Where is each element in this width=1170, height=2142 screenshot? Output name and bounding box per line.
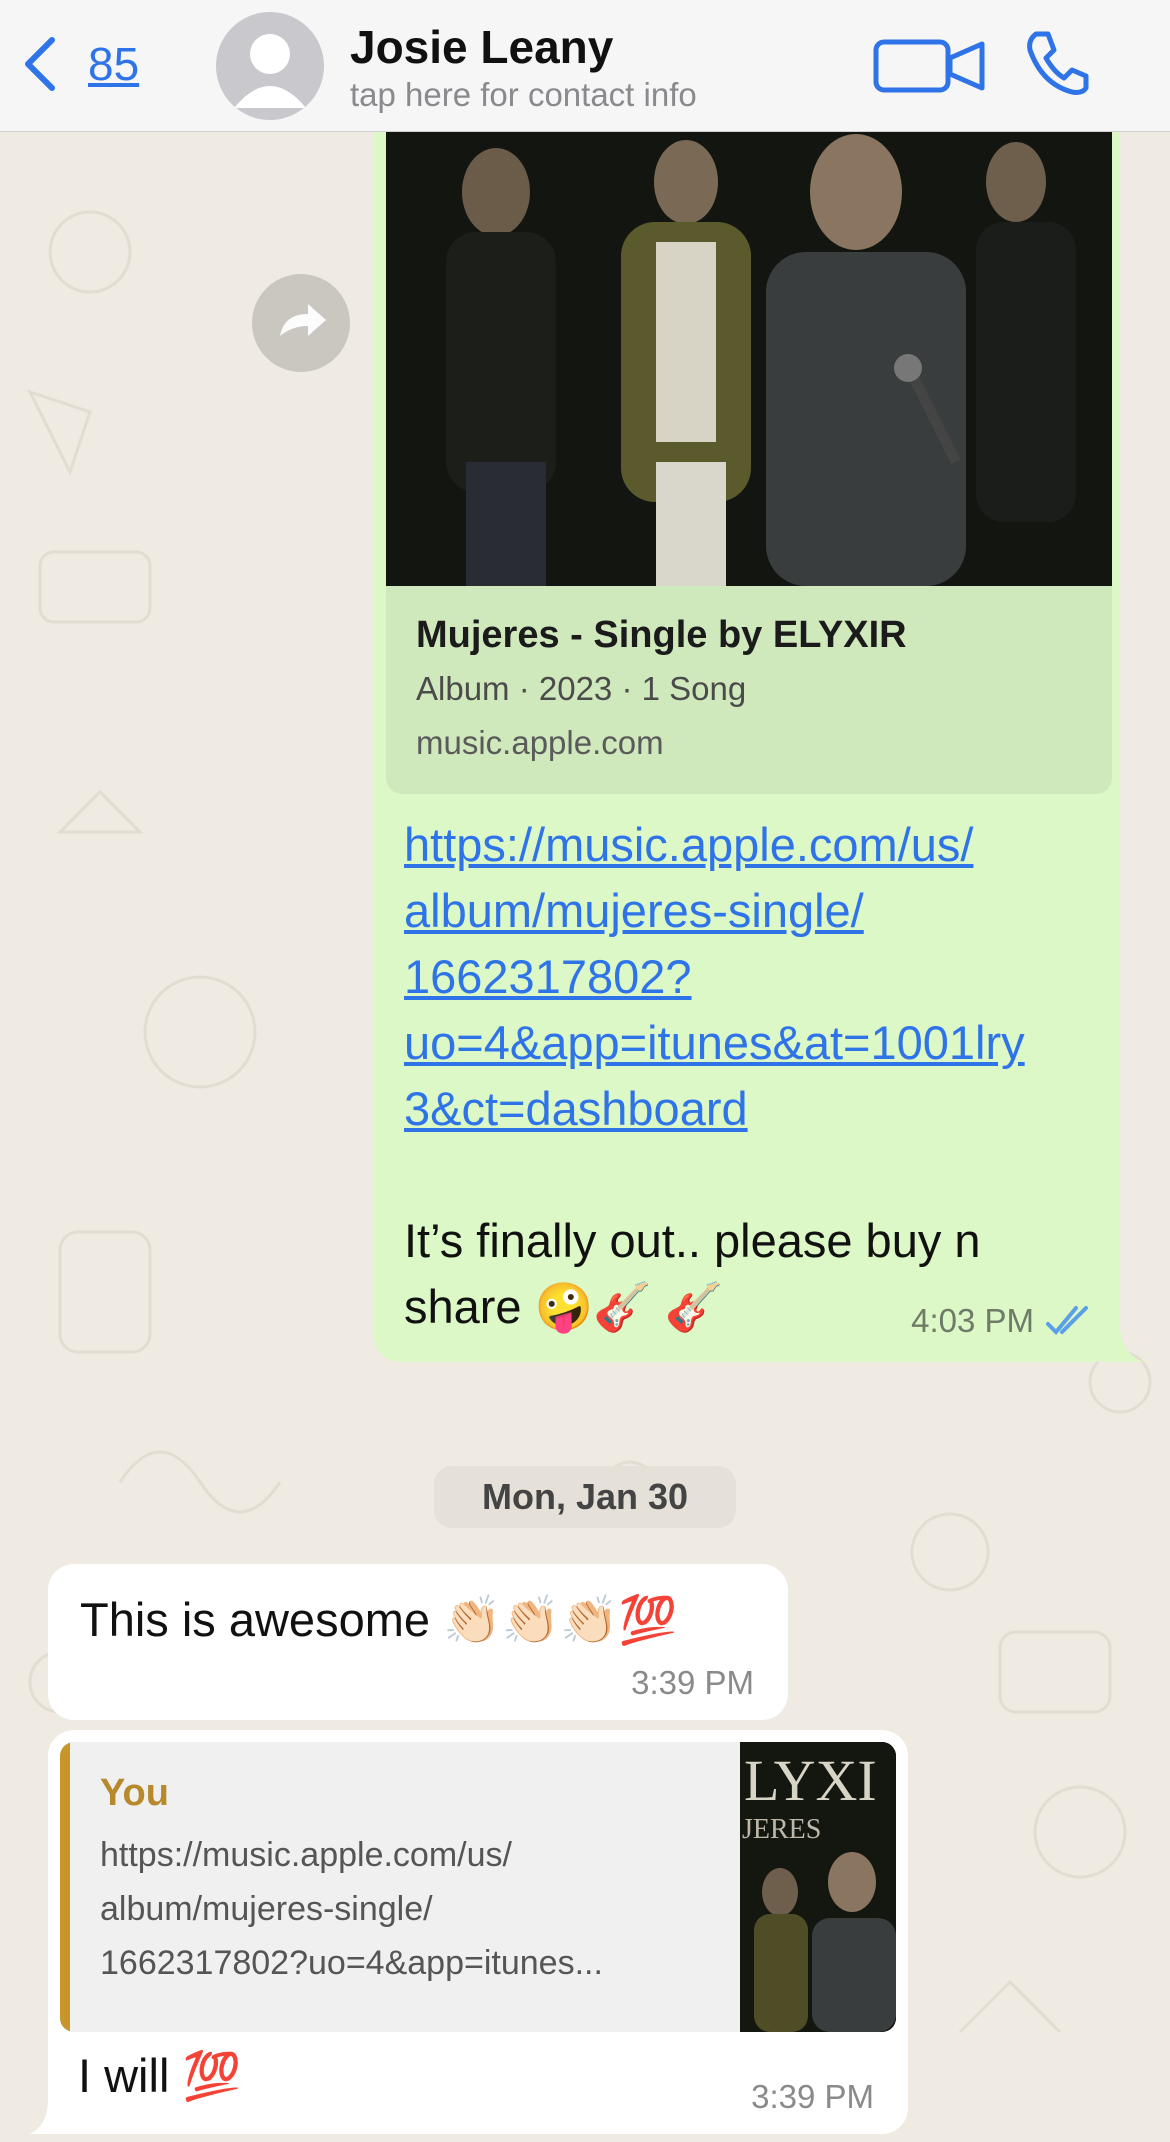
quote-bar [60, 1742, 70, 2032]
unread-count[interactable]: 85 [88, 37, 139, 91]
message-text: I will 💯 [78, 2049, 241, 2102]
video-call-icon[interactable] [872, 36, 992, 96]
avatar[interactable] [216, 12, 324, 120]
quote-line: https://music.apple.com/us/ [100, 1836, 512, 1874]
link-line[interactable]: album/mujeres-single/ [404, 878, 1104, 944]
bubble-tail [30, 2104, 70, 2134]
quote-line: 1662317802?uo=4&app=itunes... [100, 1944, 603, 1982]
preview-meta: Album · 2023 · 1 Song [416, 670, 747, 707]
preview-title: Mujeres - Single by ELYXIR [416, 614, 907, 656]
chevron-left-icon [25, 37, 55, 91]
forward-button[interactable] [252, 274, 350, 372]
link-line[interactable]: https://music.apple.com/us/ [404, 812, 1104, 878]
message-time: 4:03 PM [911, 1302, 1034, 1339]
link-line[interactable]: 3&ct=dashboard [404, 1076, 1104, 1142]
band-photo [386, 132, 1112, 586]
incoming-reply-message[interactable]: You https://music.apple.com/us/ album/mu… [48, 1730, 908, 2134]
message-link[interactable]: https://music.apple.com/us/ album/mujere… [404, 812, 1104, 1142]
message-text: This is awesome 👏🏻👏🏻👏🏻💯 [80, 1593, 678, 1646]
thumb-title: LYXI [744, 1748, 877, 1813]
incoming-message[interactable]: This is awesome 👏🏻👏🏻👏🏻💯 3:39 PM [48, 1564, 788, 1720]
contact-info-hint[interactable]: tap here for contact info [350, 76, 697, 114]
link-preview-image[interactable] [386, 132, 1112, 586]
link-preview-card[interactable]: Mujeres - Single by ELYXIR Album · 2023 … [386, 586, 1112, 794]
quote-line: album/mujeres-single/ [100, 1890, 433, 1928]
outgoing-message[interactable]: Mujeres - Single by ELYXIR Album · 2023 … [374, 100, 1120, 1362]
quote-author: You [100, 1772, 169, 1814]
read-receipt-icon [1046, 1306, 1088, 1335]
preview-host: music.apple.com [416, 724, 664, 761]
chat-header: 85 Josie Leany tap here for contact info [0, 0, 1170, 132]
message-time: 3:39 PM [631, 1664, 754, 1701]
thumb-subtitle: JERES [742, 1814, 821, 1845]
link-line[interactable]: 1662317802? [404, 944, 1104, 1010]
back-button[interactable]: 85 [20, 34, 139, 94]
quote-thumbnail: LYXI JERES [740, 1742, 896, 2032]
message-time: 3:39 PM [751, 2078, 874, 2115]
forward-icon [280, 304, 326, 336]
bubble-tail [1104, 1330, 1144, 1362]
person-icon [234, 34, 306, 108]
link-line[interactable]: uo=4&app=itunes&at=1001lry [404, 1010, 1104, 1076]
quote-text: https://music.apple.com/us/ album/mujere… [100, 1828, 720, 1990]
date-divider: Mon, Jan 30 [434, 1466, 736, 1528]
phone-call-icon[interactable] [1022, 28, 1092, 98]
quoted-message[interactable]: You https://music.apple.com/us/ album/mu… [60, 1742, 896, 2032]
contact-name[interactable]: Josie Leany [350, 20, 613, 74]
message-line: It’s finally out.. please buy n [404, 1214, 981, 1267]
